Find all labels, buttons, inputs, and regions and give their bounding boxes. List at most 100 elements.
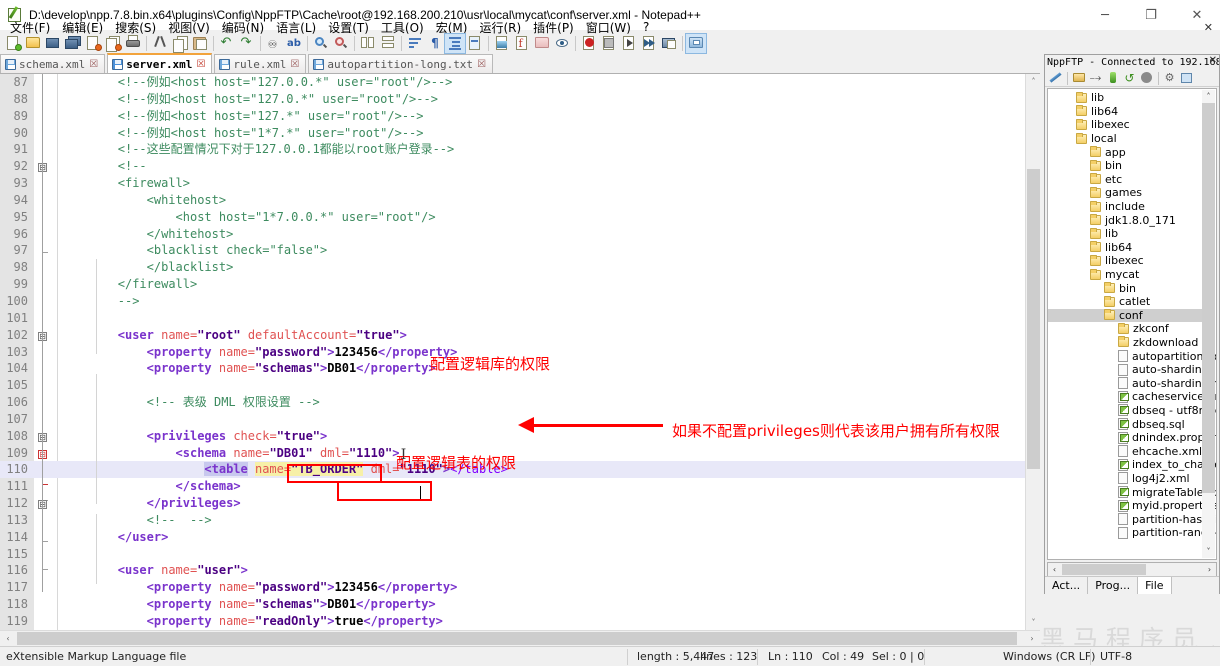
code-line[interactable]: 109 <schema name="DB01" dml="1110"> [0, 445, 1040, 462]
tree-file-item[interactable]: cacheservice.pr [1048, 390, 1216, 404]
stop-macro-icon[interactable] [599, 34, 619, 53]
ftp-tab-activity[interactable]: Act... [1045, 577, 1089, 594]
ftp-tree-vertical-scrollbar[interactable]: ˄ ˅ [1202, 90, 1215, 558]
tree-file-item[interactable]: partition-hash-i [1048, 512, 1216, 526]
open-file-icon[interactable] [23, 34, 43, 53]
undo-icon[interactable]: ↶ [217, 34, 237, 53]
ftp-vertical-scroll-thumb[interactable] [1202, 103, 1215, 493]
ftp-scroll-right-button[interactable]: › [1203, 563, 1216, 576]
tree-file-item[interactable]: auto-sharding-r [1048, 376, 1216, 390]
tree-file-item[interactable]: migrateTables.p [1048, 485, 1216, 499]
code-line[interactable]: 90 <!--例如<host host="1*7.*" user="root"/>… [0, 125, 1040, 142]
tree-folder-item[interactable]: lib64 [1048, 105, 1203, 119]
close-file-icon[interactable] [83, 34, 103, 53]
code-line[interactable]: 110 <table name="TB_ORDER" dml="1110"></t… [0, 461, 1040, 479]
ftp-tab-progress[interactable]: Prog... [1088, 577, 1139, 594]
code-line[interactable]: 118 <property name="schemas">DB01</proper… [0, 596, 1040, 613]
code-line[interactable]: 117 <property name="password">123456</pro… [0, 579, 1040, 596]
playback-multiple-icon[interactable] [639, 34, 659, 53]
tree-folder-item[interactable]: etc [1048, 173, 1203, 187]
code-line[interactable]: 92 <!-- [0, 158, 1040, 175]
tree-folder-item[interactable]: local [1048, 132, 1203, 146]
tree-file-item[interactable]: dbseq - utf8mb [1048, 404, 1216, 418]
code-line[interactable]: 91 <!--这些配置情况下对于127.0.0.1都能以root账户登录--> [0, 141, 1040, 158]
word-wrap-icon[interactable] [405, 34, 425, 53]
document-map-icon[interactable] [552, 34, 572, 53]
replace-icon[interactable]: ab [284, 34, 304, 53]
tree-folder-item[interactable]: bin [1048, 281, 1203, 295]
tree-file-item[interactable]: log4j2.xml [1048, 472, 1203, 486]
code-line[interactable]: 98 </blacklist> [0, 259, 1040, 276]
tab-close-icon[interactable]: ☒ [88, 58, 99, 71]
scroll-right-button[interactable]: › [1024, 631, 1040, 646]
code-text-area[interactable]: 87 <!--例如<host host="127.0.0.*" user="roo… [0, 74, 1040, 630]
tree-file-item[interactable]: auto-sharding-l [1048, 363, 1216, 377]
save-all-icon[interactable] [63, 34, 83, 53]
folder-as-workspace-icon[interactable] [532, 34, 552, 53]
ftp-tab-file[interactable]: File [1138, 577, 1172, 594]
code-line[interactable]: 93 <firewall> [0, 175, 1040, 192]
tree-folder-item[interactable]: lib64 [1048, 241, 1203, 255]
editor-horizontal-scrollbar[interactable]: ‹ › [0, 630, 1040, 646]
nppftp-close-icon[interactable]: ✕ [1209, 55, 1217, 66]
tree-file-item[interactable]: autopartition-lo [1048, 349, 1216, 363]
new-file-icon[interactable] [3, 34, 23, 53]
redo-icon[interactable]: ↷ [237, 34, 257, 53]
download-icon[interactable] [1070, 70, 1087, 86]
code-line[interactable]: 114 </user> [0, 529, 1040, 546]
scroll-down-button[interactable]: ˅ [1026, 615, 1041, 630]
tree-file-item[interactable]: index_to_charse [1048, 458, 1216, 472]
code-line[interactable]: 113 <!-- --> [0, 512, 1040, 529]
messages-icon[interactable] [1178, 70, 1195, 86]
code-line[interactable]: 96 </whitehost> [0, 226, 1040, 243]
code-line[interactable]: 106 <!-- 表级 DML 权限设置 --> [0, 394, 1040, 411]
tree-file-item[interactable]: dnindex.proper [1048, 431, 1216, 445]
code-line[interactable]: 115 [0, 546, 1040, 563]
tree-folder-item[interactable]: app [1048, 145, 1203, 159]
code-editor[interactable]: 87 <!--例如<host host="127.0.0.*" user="roo… [0, 74, 1040, 630]
code-line[interactable]: 116 <user name="user"> [0, 562, 1040, 579]
close-all-icon[interactable] [103, 34, 123, 53]
record-macro-icon[interactable] [579, 34, 599, 53]
tree-folder-item[interactable]: lib [1048, 91, 1203, 105]
tree-folder-item[interactable]: zkdownload [1048, 336, 1203, 350]
play-macro-icon[interactable] [619, 34, 639, 53]
tree-folder-item[interactable]: jdk1.8.0_171 [1048, 213, 1203, 227]
vertical-scroll-thumb[interactable] [1027, 169, 1040, 469]
tab-schema-xml[interactable]: schema.xml ☒ [0, 54, 106, 73]
tab-close-icon[interactable]: ☒ [289, 58, 300, 71]
zoom-out-icon[interactable] [331, 34, 351, 53]
code-line[interactable]: 87 <!--例如<host host="127.0.0.*" user="roo… [0, 74, 1040, 91]
code-line[interactable]: 89 <!--例如<host host="127.*" user="root"/>… [0, 108, 1040, 125]
tree-folder-item[interactable]: mycat [1048, 268, 1203, 282]
code-line[interactable]: 102 <user name="root" defaultAccount="tru… [0, 327, 1040, 344]
code-line[interactable]: 97 <blacklist check="false"> [0, 242, 1040, 259]
code-line[interactable]: 88 <!--例如<host host="127.0.*" user="root"… [0, 91, 1040, 108]
indent-guide-icon[interactable] [444, 32, 466, 54]
code-line[interactable]: 99 </firewall> [0, 276, 1040, 293]
settings-icon[interactable]: ⚙ [1161, 70, 1178, 86]
code-line[interactable]: 101 [0, 310, 1040, 327]
scroll-left-button[interactable]: ‹ [0, 631, 16, 646]
show-all-chars-icon[interactable]: ¶ [425, 34, 445, 53]
save-icon[interactable] [43, 34, 63, 53]
tree-folder-item[interactable]: zkconf [1048, 322, 1203, 336]
find-icon[interactable]: ♾ [264, 34, 284, 53]
ftp-scroll-down-button[interactable]: ˅ [1202, 545, 1215, 558]
tab-close-icon[interactable]: ☒ [195, 58, 206, 71]
function-list-icon[interactable]: f [512, 34, 532, 53]
paste-icon[interactable] [190, 34, 210, 53]
sync-vertical-icon[interactable] [358, 34, 378, 53]
abort-icon[interactable] [1138, 70, 1155, 86]
tree-folder-item[interactable]: bin [1048, 159, 1203, 173]
nppftp-file-tree[interactable]: lib lib64 libexec local app bin etc games includ… [1047, 88, 1217, 560]
tab-server-xml[interactable]: server.xml ☒ [107, 53, 213, 73]
tree-folder-item[interactable]: include [1048, 200, 1203, 214]
tree-folder-item[interactable]: lib [1048, 227, 1203, 241]
tree-file-item[interactable]: ehcache.xml [1048, 444, 1203, 458]
code-line[interactable]: 112 </privileges> [0, 495, 1040, 512]
user-defined-dialog-icon[interactable] [465, 34, 485, 53]
tree-folder-item[interactable]: libexec [1048, 254, 1203, 268]
add-icon[interactable] [1104, 70, 1121, 86]
tree-file-item[interactable]: myid.properties [1048, 499, 1216, 513]
